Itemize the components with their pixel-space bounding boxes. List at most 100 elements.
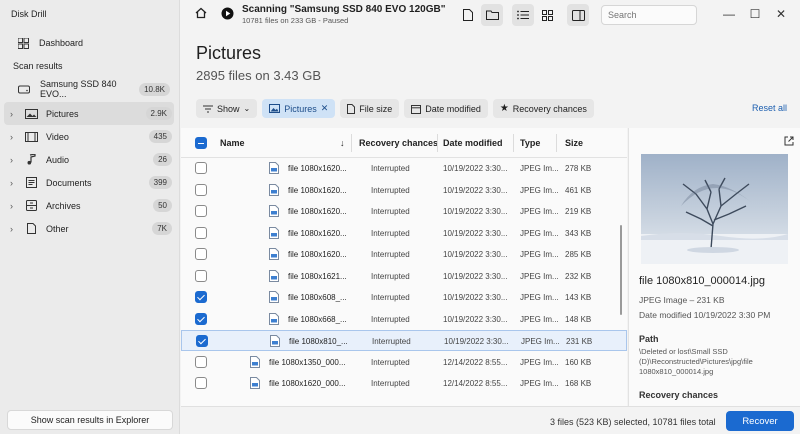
row-checkbox[interactable]: [195, 291, 207, 303]
chevron-right-icon[interactable]: ›: [10, 109, 20, 119]
column-divider[interactable]: [351, 134, 352, 152]
table-row[interactable]: file 1080x668_... Interrupted 10/19/2022 3…: [181, 309, 627, 330]
grid-icon: [541, 9, 553, 21]
show-dropdown[interactable]: Show ⌄: [196, 99, 258, 118]
page-title: Pictures: [196, 43, 262, 63]
sidebar-item-archives[interactable]: › Archives 50: [4, 194, 174, 217]
column-date[interactable]: Date modified: [443, 138, 503, 148]
recover-button[interactable]: Recover: [726, 411, 794, 431]
table-row[interactable]: file 1080x1620... Interrupted 10/19/2022 3…: [181, 158, 627, 179]
select-all-checkbox[interactable]: [195, 137, 207, 149]
chevron-right-icon[interactable]: ›: [10, 201, 20, 211]
show-in-explorer-button[interactable]: Show scan results in Explorer: [7, 410, 173, 430]
file-size: 168 KB: [565, 379, 592, 388]
table-row[interactable]: file 1080x1621... Interrupted 10/19/2022 3…: [181, 266, 627, 287]
grid-icon: [18, 37, 29, 49]
sidebar-item-other[interactable]: › Other 7K: [4, 217, 174, 240]
list-view-button[interactable]: [512, 4, 534, 26]
sort-arrow-icon[interactable]: ↓: [340, 138, 345, 148]
archive-icon: [24, 200, 38, 212]
maximize-button[interactable]: ☐: [747, 6, 763, 22]
file-name: file 1080x1621...: [288, 271, 347, 281]
sidebar-item-label: Audio: [46, 154, 70, 165]
column-type[interactable]: Type: [520, 138, 540, 148]
table-row[interactable]: file 1080x1620_000... Interrupted 12/14/20…: [181, 373, 627, 394]
chevron-right-icon[interactable]: ›: [10, 155, 20, 165]
minimize-button[interactable]: —: [721, 6, 737, 22]
sidebar-item-dashboard[interactable]: Dashboard: [10, 33, 172, 53]
jpeg-file-icon: [250, 355, 260, 368]
chevron-right-icon[interactable]: ›: [10, 224, 20, 234]
filter-icon: [203, 105, 213, 113]
table-row[interactable]: file 1080x1620... Interrupted 10/19/2022 3…: [181, 201, 627, 222]
chevron-down-icon: ⌄: [243, 104, 251, 113]
table-row[interactable]: file 1080x1620... Interrupted 10/19/2022 3…: [181, 223, 627, 244]
close-icon[interactable]: ✕: [321, 103, 329, 114]
date-modified: 10/19/2022 3:30...: [443, 207, 508, 216]
filter-chip-date-modified[interactable]: Date modified: [404, 99, 488, 118]
grid-view-button[interactable]: [536, 4, 558, 26]
sidebar-item-label: Pictures: [46, 108, 79, 119]
app-title: Disk Drill: [11, 9, 47, 19]
row-checkbox[interactable]: [195, 377, 207, 389]
column-divider[interactable]: [437, 134, 438, 152]
column-name[interactable]: Name: [220, 138, 245, 148]
jpeg-file-icon: [250, 377, 260, 389]
file-size: 278 KB: [565, 164, 592, 173]
filter-chip-file-size[interactable]: File size: [340, 99, 400, 118]
chevron-right-icon[interactable]: ›: [10, 178, 20, 188]
preview-file-type: JPEG Image – 231 KB: [639, 295, 725, 305]
row-checkbox[interactable]: [195, 183, 207, 196]
filter-chip-recovery-chances[interactable]: ★ Recovery chances: [492, 99, 594, 118]
preview-pane: file 1080x810_000014.jpg JPEG Image – 23…: [628, 128, 800, 406]
file-icon: [24, 223, 38, 235]
sidebar-item-audio[interactable]: › Audio 26: [4, 148, 174, 171]
table-row[interactable]: file 1080x810_... Interrupted 10/19/2022 3…: [181, 330, 627, 351]
table-body: file 1080x1620... Interrupted 10/19/2022 3…: [181, 158, 627, 406]
table-row[interactable]: file 1080x1620... Interrupted 10/19/2022 3…: [181, 180, 627, 201]
row-checkbox[interactable]: [195, 312, 207, 325]
table-row[interactable]: file 1080x1350_000... Interrupted 12/14/20…: [181, 352, 627, 373]
date-modified: 10/19/2022 3:30...: [443, 250, 508, 259]
sidebar-item-video[interactable]: › Video 435: [4, 125, 174, 148]
file-icon: [347, 103, 356, 114]
scrollbar[interactable]: [620, 225, 622, 315]
column-divider[interactable]: [556, 134, 557, 152]
preview-pane-toggle[interactable]: [567, 4, 589, 26]
row-checkbox[interactable]: [196, 335, 208, 347]
file-name: file 1080x1620_000...: [269, 379, 346, 388]
jpeg-file-icon: [269, 248, 279, 260]
preview-recovery-heading: Recovery chances: [639, 390, 719, 400]
open-external-icon[interactable]: [784, 136, 794, 146]
date-modified: 10/19/2022 3:30...: [443, 314, 508, 324]
sidebar-item-documents[interactable]: › Documents 399: [4, 171, 174, 194]
table-row[interactable]: file 1080x608_... Interrupted 10/19/2022 3…: [181, 287, 627, 308]
search-input[interactable]: [601, 5, 697, 25]
row-checkbox[interactable]: [195, 162, 207, 174]
home-icon[interactable]: [195, 7, 207, 19]
row-checkbox[interactable]: [195, 355, 207, 368]
resume-scan-icon[interactable]: [221, 7, 234, 20]
column-divider[interactable]: [513, 134, 514, 152]
sidebar-item-drive[interactable]: Samsung SSD 840 EVO... 10.8K: [10, 79, 172, 99]
music-note-icon: [24, 154, 38, 166]
file-type: JPEG Im...: [520, 185, 559, 195]
file-type: JPEG Im...: [520, 293, 559, 302]
close-button[interactable]: ✕: [773, 6, 789, 22]
column-recovery[interactable]: Recovery chances: [359, 138, 438, 148]
folder-view-button[interactable]: [481, 4, 503, 26]
filter-chip-pictures[interactable]: Pictures ✕: [262, 99, 336, 118]
sidebar-item-pictures[interactable]: › Pictures 2.9K: [4, 102, 174, 125]
image-icon: [24, 108, 38, 120]
file-type: JPEG Im...: [520, 379, 559, 388]
row-checkbox[interactable]: [195, 248, 207, 260]
side-panel-icon: [571, 9, 585, 21]
row-checkbox[interactable]: [195, 269, 207, 282]
file-view-button[interactable]: [457, 4, 479, 26]
column-size[interactable]: Size: [565, 138, 583, 148]
row-checkbox[interactable]: [195, 205, 207, 217]
chevron-right-icon[interactable]: ›: [10, 132, 20, 142]
reset-all-link[interactable]: Reset all: [752, 103, 787, 113]
row-checkbox[interactable]: [195, 226, 207, 239]
table-row[interactable]: file 1080x1620... Interrupted 10/19/2022 3…: [181, 244, 627, 265]
